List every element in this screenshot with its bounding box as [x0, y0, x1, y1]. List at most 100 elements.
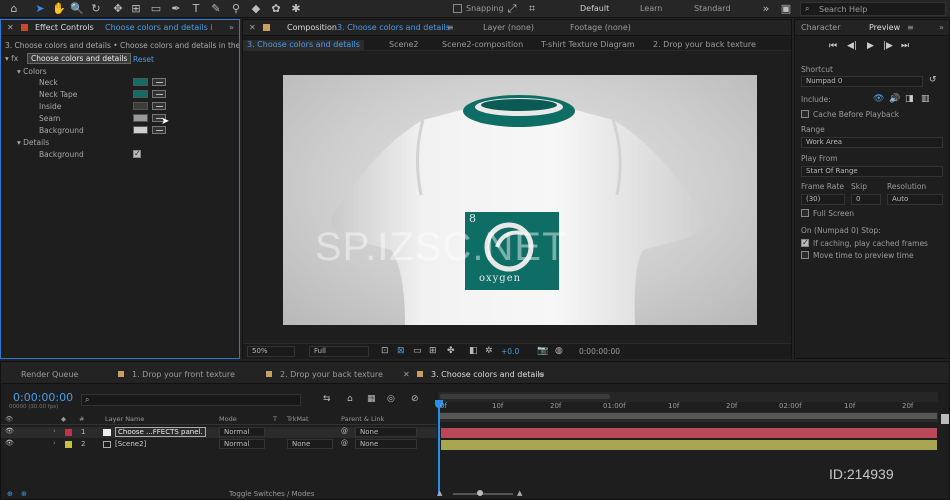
rectangle-tool-icon[interactable]: ▭: [150, 3, 162, 15]
color-manage-icon[interactable]: ◧: [469, 346, 478, 356]
last-frame-icon[interactable]: ⏭: [901, 41, 909, 51]
mask-icon[interactable]: ▭: [413, 346, 422, 356]
work-area-end-icon[interactable]: [941, 414, 949, 424]
comp-tab-menu-icon[interactable]: ≡: [447, 23, 454, 32]
hand-tool-icon[interactable]: ✋: [52, 3, 66, 15]
breadcrumb-item-0[interactable]: 3. Choose colors and details: [243, 40, 364, 50]
toggle-switches-label[interactable]: Toggle Switches / Modes: [229, 490, 314, 498]
layer2-track-bar[interactable]: [441, 440, 937, 450]
workspace-menu-icon[interactable]: »: [760, 3, 772, 15]
zoom-slider-handle[interactable]: [477, 490, 483, 496]
home-icon[interactable]: ⌂: [8, 3, 20, 15]
comp-panel-close-icon[interactable]: ✕: [249, 23, 256, 32]
frame-rate-dropdown[interactable]: (30): [801, 194, 845, 205]
viewer-timecode[interactable]: 0:00:00:00: [579, 347, 620, 356]
breadcrumb-item-1[interactable]: Scene2: [389, 40, 418, 49]
layer2-name[interactable]: [Scene2]: [115, 440, 146, 448]
layer1-name[interactable]: Choose ...FFECTS panel.: [115, 427, 206, 437]
breadcrumb-item-3[interactable]: T-shirt Texture Diagram: [541, 40, 635, 49]
timeline-tab-close-icon[interactable]: ✕: [403, 370, 410, 379]
zoom-in-icon[interactable]: ▲: [517, 489, 522, 497]
table-row[interactable]: 👁 › 2 [Scene2] Normal None @ None: [1, 439, 437, 450]
zoom-tool-icon[interactable]: 🔍: [70, 3, 84, 15]
breadcrumb-item-4[interactable]: 2. Drop your back texture: [653, 40, 756, 49]
skip-dropdown[interactable]: 0: [851, 194, 881, 205]
include-layers-icon[interactable]: ▥: [921, 94, 930, 104]
pen-tool-icon[interactable]: ✒: [170, 3, 182, 15]
graph-editor-icon[interactable]: ⊘: [411, 394, 419, 404]
clone-tool-icon[interactable]: ⚲: [230, 3, 242, 15]
motion-blur-icon[interactable]: ◎: [387, 394, 395, 404]
selection-tool-icon[interactable]: ➤: [34, 3, 46, 15]
work-area-range[interactable]: [439, 413, 937, 419]
exposure-icon[interactable]: ✲: [485, 346, 493, 356]
layer1-label-color[interactable]: [65, 429, 72, 436]
workspace-learn[interactable]: Learn: [640, 4, 662, 13]
workspace-default[interactable]: Default: [580, 4, 609, 13]
neck-tape-eyedropper-icon[interactable]: [152, 90, 166, 98]
details-background-checkbox[interactable]: [133, 149, 141, 158]
panel-menu-icon[interactable]: »: [229, 23, 234, 32]
navigator-handle[interactable]: [440, 394, 610, 399]
layer2-pickwhip-icon[interactable]: @: [341, 439, 348, 447]
type-tool-icon[interactable]: T: [190, 3, 202, 15]
snap-options-icon[interactable]: ⌗: [526, 3, 538, 15]
layer2-expand-icon[interactable]: ›: [53, 439, 56, 447]
preview-menu-icon[interactable]: ≡: [907, 23, 914, 32]
timeline-tab-menu-icon[interactable]: ≡: [538, 370, 545, 379]
layer2-label-color[interactable]: [65, 441, 72, 448]
rotate-tool-icon[interactable]: ↻: [90, 3, 102, 15]
comp-mini-flowchart-icon[interactable]: ⇆: [323, 394, 331, 404]
reset-link[interactable]: Reset: [133, 55, 154, 66]
layer2-parent-dropdown[interactable]: None: [355, 439, 417, 449]
effect-controls-tab-label[interactable]: Effect Controls: [35, 23, 94, 32]
camera-tool-icon[interactable]: ✥: [112, 3, 124, 15]
layer2-trkmat-dropdown[interactable]: None: [287, 439, 333, 449]
neck-tape-color-swatch[interactable]: [133, 90, 148, 98]
channel-icon[interactable]: ✤: [447, 346, 455, 356]
eraser-tool-icon[interactable]: ◆: [250, 3, 262, 15]
shy-layers-icon[interactable]: ▦: [367, 394, 376, 404]
first-frame-icon[interactable]: ⏮: [829, 41, 837, 51]
composition-tab-title[interactable]: 3. Choose colors and details: [337, 23, 450, 32]
playhead[interactable]: [438, 400, 440, 496]
timeline-tab-1[interactable]: 1. Drop your front texture: [132, 370, 235, 379]
zoom-dropdown[interactable]: 50%: [247, 346, 295, 357]
grid-icon[interactable]: ⊞: [429, 346, 437, 356]
seam-color-swatch[interactable]: [133, 114, 148, 122]
footage-tab[interactable]: Footage (none): [570, 23, 631, 32]
play-from-dropdown[interactable]: Start Of Range: [801, 166, 943, 177]
layer2-visibility-icon[interactable]: 👁: [5, 439, 14, 447]
shortcut-dropdown[interactable]: Numpad 0: [801, 76, 923, 87]
include-overlays-icon[interactable]: ◨: [905, 94, 914, 104]
preview-tab[interactable]: Preview: [869, 23, 900, 32]
fx-icon[interactable]: ▾ fx: [5, 54, 18, 65]
region-icon[interactable]: ⊡: [381, 346, 389, 356]
layer1-mode-dropdown[interactable]: Normal: [219, 427, 265, 437]
effect-name[interactable]: Choose colors and details: [27, 53, 132, 64]
transparency-grid-icon[interactable]: ⊠: [397, 346, 405, 356]
layer1-pickwhip-icon[interactable]: @: [341, 427, 348, 435]
background-color-swatch[interactable]: [133, 126, 148, 134]
timeline-tab-3[interactable]: 3. Choose colors and details: [431, 370, 544, 379]
inside-color-swatch[interactable]: [133, 102, 148, 110]
layer-tab[interactable]: Layer (none): [483, 23, 534, 32]
draft-3d-icon[interactable]: ⌂: [347, 394, 353, 404]
workspace-standard[interactable]: Standard: [694, 4, 730, 13]
effect-controls-tab-title[interactable]: Choose colors and details in t: [105, 23, 213, 32]
include-audio-icon[interactable]: 🔊: [889, 94, 900, 104]
layer2-mode-dropdown[interactable]: Normal: [219, 439, 265, 449]
preview-more-icon[interactable]: »: [939, 23, 944, 32]
resolution-dropdown[interactable]: Full: [309, 346, 369, 357]
layer-name-header[interactable]: Layer Name: [105, 415, 144, 423]
layer1-track-bar[interactable]: [441, 428, 937, 438]
puppet-tool-icon[interactable]: ✱: [290, 3, 302, 15]
move-time-checkbox[interactable]: [801, 251, 809, 259]
render-queue-tab[interactable]: Render Queue: [21, 370, 78, 379]
composition-tab-label[interactable]: Composition: [287, 23, 337, 32]
layer1-parent-dropdown[interactable]: None: [355, 427, 417, 437]
panel-close-icon[interactable]: ✕: [7, 23, 14, 32]
full-screen-checkbox[interactable]: [801, 209, 809, 217]
zoom-out-icon[interactable]: ▲: [437, 489, 442, 497]
render-time-icon[interactable]: ⊕: [7, 490, 13, 498]
